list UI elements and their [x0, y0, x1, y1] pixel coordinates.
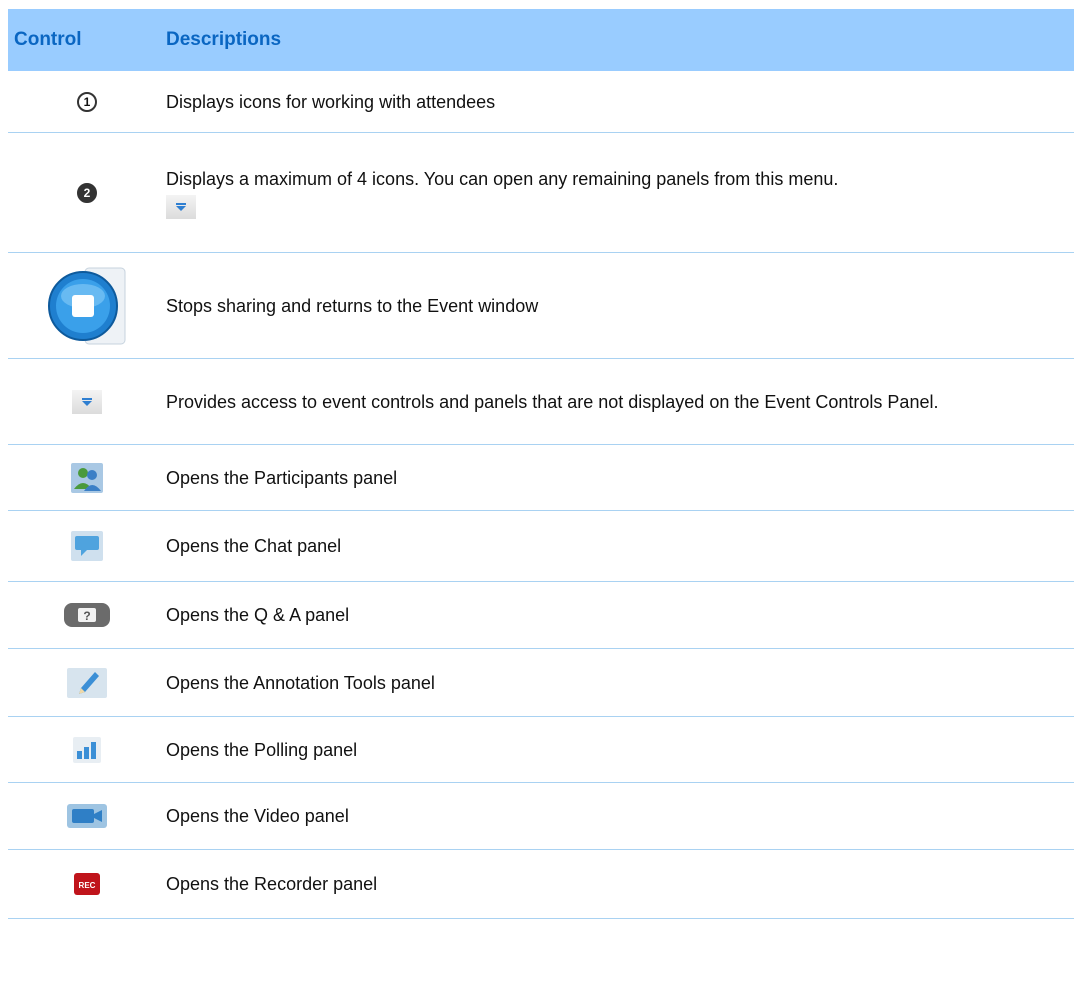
number-1-icon: 1: [77, 91, 97, 112]
table-row: Opens the Video panel: [8, 783, 1074, 850]
number-2-icon: 2: [77, 182, 97, 203]
row-description: Opens the Q & A panel: [166, 605, 350, 625]
row-description: Opens the Polling panel: [166, 739, 358, 760]
stop-sharing-icon: [48, 267, 126, 344]
recorder-icon: REC: [74, 873, 100, 895]
row-description: Displays a maximum of 4 icons. You can o…: [166, 168, 839, 189]
row-description: Opens the Annotation Tools panel: [166, 672, 435, 693]
menu-dropdown-icon: [166, 194, 196, 219]
annotation-pencil-icon: [67, 667, 107, 698]
qa-icon: ?: [64, 603, 110, 627]
header-control: Control: [14, 29, 82, 50]
table-row: ? Opens the Q & A panel: [8, 582, 1074, 649]
svg-text:?: ?: [83, 609, 90, 623]
table-row: Stops sharing and returns to the Event w…: [8, 253, 1074, 359]
table-row: Opens the Participants panel: [8, 445, 1074, 511]
table-header: Control Descriptions: [8, 9, 1074, 71]
svg-text:REC: REC: [79, 881, 96, 890]
row-description: Opens the Participants panel: [166, 467, 398, 488]
table-row: Opens the Polling panel: [8, 717, 1074, 783]
row-description: Opens the Recorder panel: [166, 874, 378, 894]
table-row: Provides access to event controls and pa…: [8, 359, 1074, 445]
menu-dropdown-icon: [72, 389, 102, 414]
row-description: Displays icons for working with attendee…: [166, 91, 496, 112]
row-description: Opens the Video panel: [166, 806, 349, 826]
chat-icon: [71, 531, 103, 561]
controls-table: Control Descriptions 1 Displays icons fo…: [8, 9, 1074, 919]
row-description: Opens the Chat panel: [166, 536, 342, 556]
table-row: Opens the Annotation Tools panel: [8, 649, 1074, 717]
table-row: 2 Displays a maximum of 4 icons. You can…: [8, 133, 1074, 253]
row-description: Stops sharing and returns to the Event w…: [166, 295, 539, 316]
table-row: Opens the Chat panel: [8, 511, 1074, 582]
table-row: REC Opens the Recorder panel: [8, 850, 1074, 919]
polling-icon: [73, 736, 101, 763]
video-camera-icon: [67, 804, 107, 828]
participants-icon: [71, 462, 103, 493]
header-descriptions: Descriptions: [166, 29, 282, 50]
table-row: 1 Displays icons for working with attend…: [8, 71, 1074, 133]
row-description: Provides access to event controls and pa…: [166, 391, 939, 412]
